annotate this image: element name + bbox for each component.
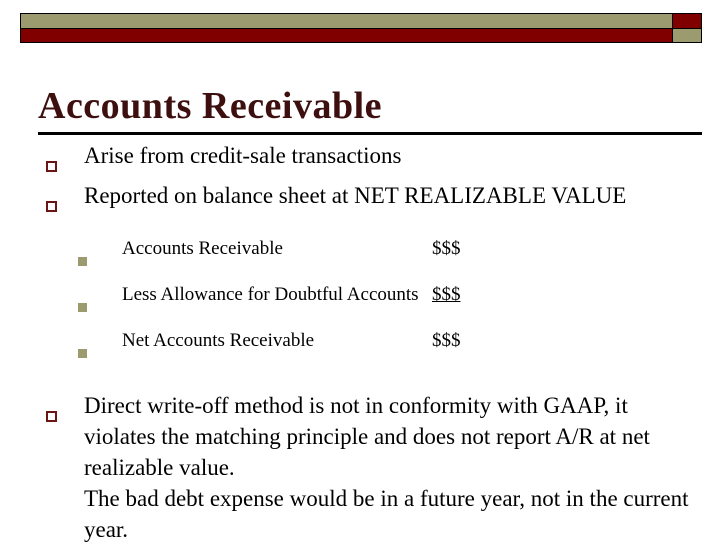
- sub-bullet-label: Net Accounts Receivable: [122, 330, 315, 351]
- bullet-text: Reported on balance sheet at NET REALIZA…: [84, 183, 627, 208]
- banner-top-row: [21, 14, 701, 29]
- sub-bullet-label: Accounts Receivable: [122, 238, 283, 259]
- sub-bullet-label: Less Allowance for Doubtful Accounts: [122, 284, 419, 305]
- closing-paragraph-2: The bad debt expense would be in a futur…: [84, 486, 689, 542]
- hollow-square-bullet-icon: [38, 180, 84, 220]
- slide-body: Arise from credit-sale transactions Repo…: [38, 140, 704, 545]
- slide-title: Accounts Receivable: [38, 85, 383, 127]
- sub-bullet-amount: $$$: [432, 284, 461, 305]
- banner-bottom-left-bar: [21, 28, 672, 42]
- bullet-item: Reported on balance sheet at NET REALIZA…: [38, 180, 704, 220]
- banner-top-left-bar: [21, 14, 672, 28]
- solid-square-bullet-icon: [78, 232, 122, 278]
- slide-decorative-banner: [20, 13, 702, 43]
- title-underline-rule: [38, 132, 702, 135]
- hollow-square-bullet-icon: [38, 140, 84, 180]
- solid-square-bullet-icon: [78, 278, 122, 324]
- bullet-item: Arise from credit-sale transactions: [38, 140, 704, 180]
- banner-top-right-square: [672, 14, 701, 28]
- closing-paragraph-1: Direct write-off method is not in confor…: [84, 393, 650, 480]
- sub-bullet-item: Less Allowance for Doubtful Accounts $$$: [78, 278, 704, 324]
- sub-bullet-item: Accounts Receivable $$$: [78, 232, 704, 278]
- banner-bottom-row: [21, 28, 701, 42]
- sub-bullet-list: Accounts Receivable $$$ Less Allowance f…: [78, 232, 704, 370]
- closing-bullet-text: Direct write-off method is not in confor…: [84, 390, 704, 545]
- hollow-square-bullet-icon: [38, 390, 84, 430]
- sub-bullet-amount: $$$: [432, 330, 461, 351]
- closing-bullet-item: Direct write-off method is not in confor…: [38, 390, 704, 545]
- banner-bottom-right-square: [672, 28, 701, 42]
- sub-bullet-amount: $$$: [432, 238, 461, 259]
- sub-bullet-item: Net Accounts Receivable $$$: [78, 324, 704, 370]
- bullet-text: Arise from credit-sale transactions: [84, 143, 402, 168]
- solid-square-bullet-icon: [78, 324, 122, 370]
